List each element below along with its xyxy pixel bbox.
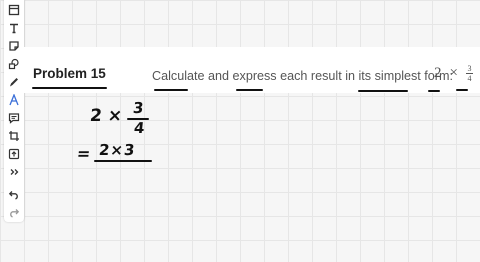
comment-icon[interactable] <box>4 110 24 126</box>
insert-image-icon[interactable] <box>4 146 24 162</box>
highlighter-icon[interactable] <box>4 92 24 108</box>
hw-line1-numerator: 3 <box>132 99 145 117</box>
pen-icon[interactable] <box>4 74 24 90</box>
hw-line2-numerator: 2×3 <box>98 141 137 159</box>
text-icon[interactable] <box>4 20 24 36</box>
hw-fraction-bar <box>94 160 152 162</box>
redo-icon[interactable] <box>4 204 24 220</box>
expr-whole-number: 2 <box>434 65 442 81</box>
hw-line1-denominator: 4 <box>133 119 146 137</box>
underline-mark <box>456 89 468 91</box>
expr-fraction: 3 4 <box>465 64 473 83</box>
expr-numerator: 3 <box>467 64 472 73</box>
select-rect-icon[interactable] <box>4 2 24 18</box>
expr-denominator: 4 <box>467 74 472 83</box>
crop-icon[interactable] <box>4 128 24 144</box>
problem-banner: Problem 15 Calculate and express each re… <box>24 47 480 93</box>
underline-mark <box>428 90 440 92</box>
drawing-toolbar <box>4 0 24 222</box>
expr-times-sign: × <box>449 65 458 81</box>
more-tools-icon[interactable] <box>4 164 24 180</box>
problem-question: Calculate and express each result in its… <box>152 69 453 83</box>
undo-icon[interactable] <box>4 186 24 202</box>
underline-mark <box>154 89 188 91</box>
hw-line2-equals: = <box>76 144 92 163</box>
problem-expression: 2 × 3 4 <box>434 64 473 83</box>
underline-mark <box>358 90 408 92</box>
shapes-icon[interactable] <box>4 56 24 72</box>
sticky-note-icon[interactable] <box>4 38 24 54</box>
hw-line1-left: 2 × <box>88 106 124 126</box>
problem-title: Problem 15 <box>33 66 106 81</box>
title-underline-mark <box>32 87 107 89</box>
underline-mark <box>236 89 263 91</box>
